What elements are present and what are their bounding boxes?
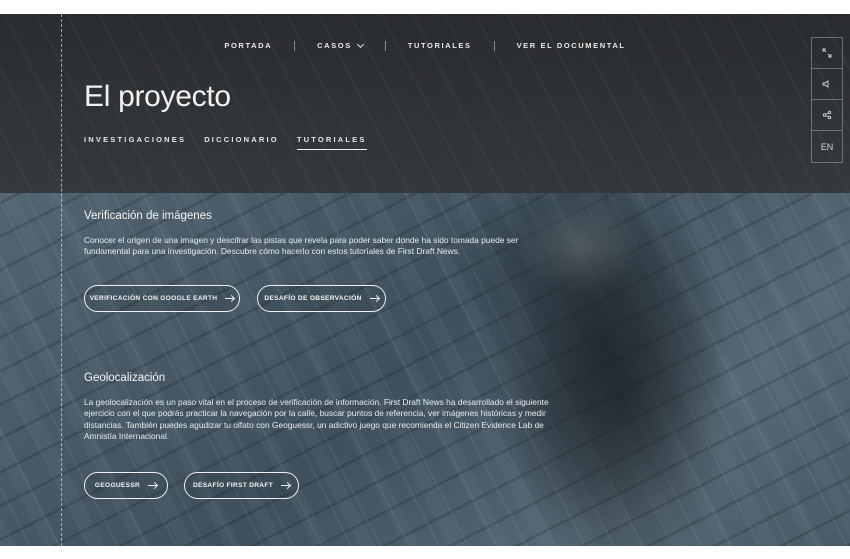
section-heading: Geolocalización [84, 372, 166, 384]
hero-stage: PORTADA CASOS TUTORIALES VER EL DOCUMENT… [0, 14, 850, 546]
nav-item-portada[interactable]: PORTADA [202, 41, 294, 50]
nav-item-tutoriales[interactable]: TUTORIALES [386, 41, 494, 50]
first-draft-challenge-button[interactable]: DESAFÍO FIRST DRAFT [184, 472, 299, 499]
google-earth-button[interactable]: VERIFICACIÓN CON GOOGLE EARTH [84, 285, 240, 312]
nav-item-documental[interactable]: VER EL DOCUMENTAL [495, 41, 648, 50]
fullscreen-button[interactable] [812, 38, 842, 69]
top-nav: PORTADA CASOS TUTORIALES VER EL DOCUMENT… [0, 35, 850, 53]
section-body: Conocer el origen de una imagen y descif… [84, 235, 519, 257]
dashed-guide-line [61, 14, 62, 546]
arrow-right-icon [369, 298, 379, 299]
arrow-right-icon [148, 485, 158, 486]
nav-item-casos[interactable]: CASOS [295, 40, 385, 50]
section-image-verification: Verificación de imágenes Conocer el orig… [84, 210, 554, 258]
sound-button[interactable] [812, 69, 842, 100]
arrow-right-icon [281, 485, 291, 486]
tab-tutoriales[interactable]: TUTORIALES [296, 135, 367, 150]
section-tabs: INVESTIGACIONES DICCIONARIO TUTORIALES [84, 135, 367, 150]
tab-diccionario[interactable]: DICCIONARIO [204, 135, 279, 150]
chevron-down-icon [356, 40, 364, 48]
section-heading: Verificación de imágenes [84, 210, 212, 222]
observation-challenge-button[interactable]: DESAFÍO DE OBSERVACIÓN [257, 285, 386, 312]
share-icon [822, 110, 832, 120]
share-button[interactable] [812, 100, 842, 131]
language-toggle[interactable]: EN [812, 131, 842, 162]
expand-icon [822, 48, 832, 58]
tab-investigaciones[interactable]: INVESTIGACIONES [84, 135, 186, 150]
geoguessr-button[interactable]: GEOGUESSR [84, 472, 168, 499]
control-rail: EN [811, 37, 843, 163]
section-body: La geolocalización es un paso vital en e… [84, 397, 549, 442]
section-geolocation: Geolocalización La geolocalización es un… [84, 372, 554, 443]
arrow-right-icon [225, 298, 235, 299]
speaker-icon [822, 80, 829, 88]
page-title: El proyecto [84, 80, 231, 113]
language-label: EN [820, 141, 834, 152]
